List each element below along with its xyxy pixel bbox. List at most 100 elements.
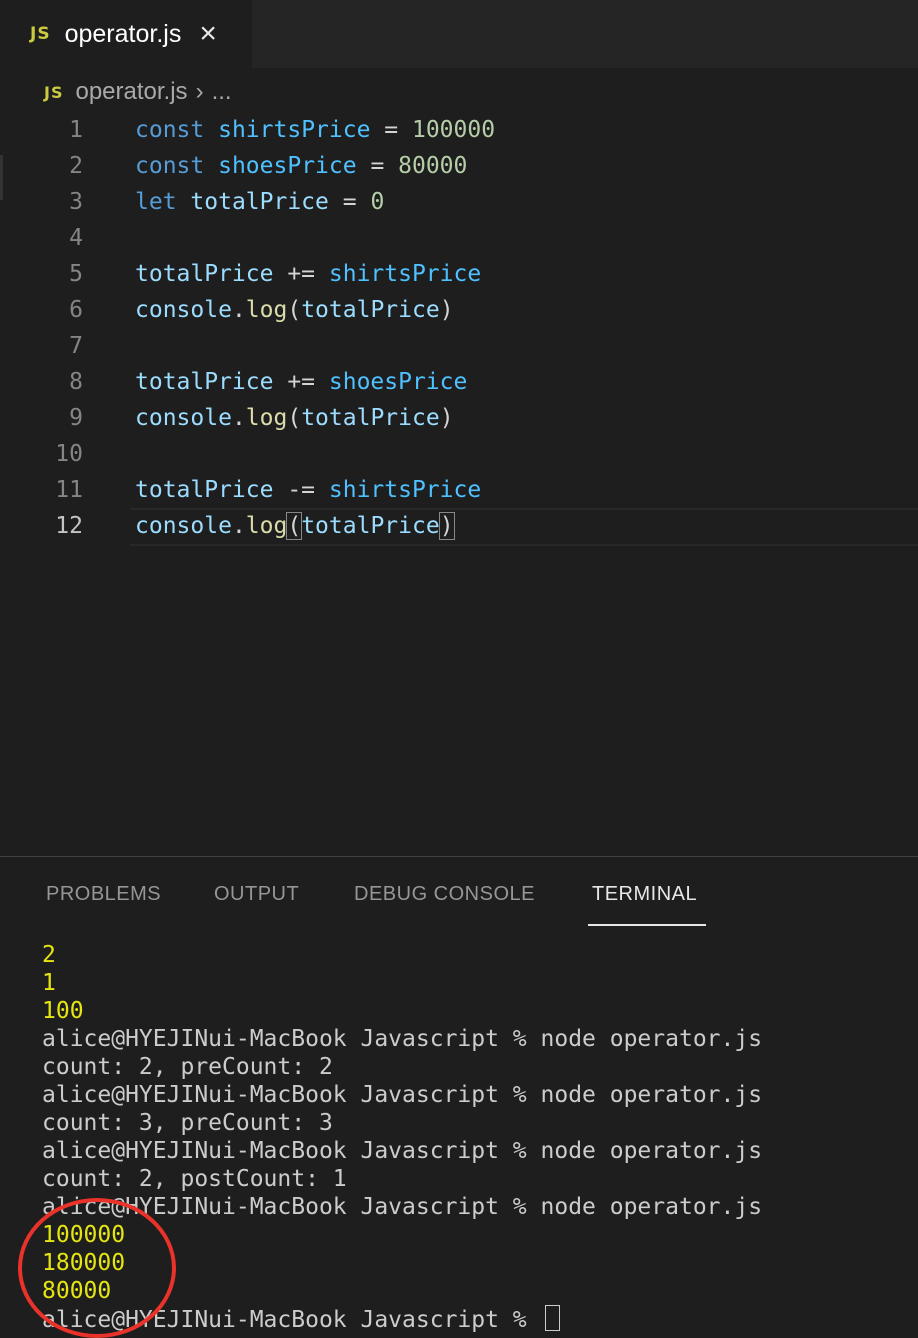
code-line[interactable]: 12 console.log(totalPrice) — [0, 508, 918, 544]
code-token: 100000 — [411, 117, 496, 143]
code-token: 0 — [370, 189, 385, 215]
code-token: = — [356, 153, 399, 179]
terminal-line: 100 — [42, 998, 84, 1024]
line-number: 11 — [55, 477, 83, 503]
code-line[interactable]: 2 const shoesPrice = 80000 — [0, 148, 918, 184]
terminal-line: count: 3, preCount: 3 — [42, 1110, 333, 1136]
code-text: console.log(totalPrice) — [135, 292, 454, 328]
code-text: totalPrice += shoesPrice — [135, 364, 467, 400]
code-token: ( — [286, 512, 303, 540]
terminal-line: alice@HYEJINui-MacBook Javascript % node… — [42, 1138, 763, 1164]
line-number: 2 — [69, 153, 83, 179]
panel-tabs: PROBLEMS OUTPUT DEBUG CONSOLE TERMINAL — [0, 857, 918, 927]
chevron-right-icon: › — [195, 78, 204, 105]
code-token: = — [370, 117, 412, 143]
editor-tab-bar: JS operator.js × — [0, 0, 918, 68]
code-token: ( — [287, 405, 302, 431]
code-line[interactable]: 1 const shirtsPrice = 100000 — [0, 112, 918, 148]
code-token: ) — [438, 512, 455, 540]
code-token: log — [245, 513, 288, 539]
code-token: shoesPrice — [328, 369, 468, 395]
terminal-line: count: 2, preCount: 2 — [42, 1054, 333, 1080]
terminal-line: count: 2, postCount: 1 — [42, 1166, 347, 1192]
code-line[interactable]: 7 — [0, 328, 918, 364]
line-number: 10 — [55, 441, 83, 467]
code-line[interactable]: 11 totalPrice -= shirtsPrice — [0, 472, 918, 508]
code-token: totalPrice — [301, 405, 440, 431]
code-text: console.log(totalPrice) — [135, 400, 454, 436]
code-token: shirtsPrice — [328, 261, 482, 287]
terminal-line: alice@HYEJINui-MacBook Javascript % node… — [42, 1026, 763, 1052]
code-token: totalPrice — [135, 369, 274, 395]
line-number: 6 — [69, 297, 83, 323]
code-token: ( — [287, 297, 302, 323]
code-token: += — [273, 369, 329, 395]
code-line[interactable]: 9 console.log(totalPrice) — [0, 400, 918, 436]
code-line[interactable]: 5 totalPrice += shirtsPrice — [0, 256, 918, 292]
code-token: ) — [439, 405, 454, 431]
terminal-line: alice@HYEJINui-MacBook Javascript % node… — [42, 1082, 763, 1108]
code-token: = — [328, 189, 371, 215]
javascript-file-icon: JS — [30, 24, 51, 44]
code-editor[interactable]: 1 const shirtsPrice = 100000 2 const shoesP… — [0, 112, 918, 852]
code-text: totalPrice -= shirtsPrice — [135, 472, 481, 508]
terminal-line: 1 — [42, 970, 56, 996]
code-token: totalPrice — [135, 477, 274, 503]
line-number: 8 — [69, 369, 83, 395]
code-line[interactable]: 8 totalPrice += shoesPrice — [0, 364, 918, 400]
line-number: 12 — [55, 513, 83, 539]
tab-output[interactable]: OUTPUT — [214, 883, 299, 906]
breadcrumb-file[interactable]: operator.js — [75, 78, 187, 106]
code-token: console — [135, 513, 232, 539]
tab-title: operator.js — [64, 19, 182, 48]
tab-problems[interactable]: PROBLEMS — [46, 883, 161, 906]
code-text: const shoesPrice = 80000 — [135, 148, 467, 184]
line-number: 7 — [69, 333, 83, 359]
code-line[interactable]: 10 — [0, 436, 918, 472]
terminal-line: 2 — [42, 942, 56, 968]
code-token: . — [231, 405, 246, 431]
code-token: log — [245, 297, 288, 323]
code-token: totalPrice — [190, 189, 329, 215]
code-token: totalPrice — [301, 297, 440, 323]
close-icon[interactable]: × — [199, 19, 217, 49]
code-token: console — [135, 405, 232, 431]
line-number: 3 — [69, 189, 83, 215]
code-token: shirtsPrice — [218, 117, 371, 143]
code-token: -= — [273, 477, 329, 503]
red-circle-annotation — [18, 1198, 176, 1338]
code-text: const shirtsPrice = 100000 — [135, 112, 495, 148]
code-token: 80000 — [398, 153, 468, 179]
code-text: totalPrice += shirtsPrice — [135, 256, 481, 292]
tab-debug-console[interactable]: DEBUG CONSOLE — [354, 883, 535, 906]
code-line[interactable]: 4 — [0, 220, 918, 256]
javascript-file-icon: JS — [44, 82, 64, 102]
code-token: totalPrice — [135, 261, 274, 287]
code-token: const — [135, 153, 205, 179]
terminal-cursor — [544, 1305, 560, 1331]
line-number: 4 — [69, 225, 83, 251]
code-token: shoesPrice — [218, 153, 357, 179]
breadcrumb-symbols[interactable]: ... — [212, 78, 232, 106]
code-text: console.log(totalPrice) — [135, 508, 455, 544]
code-token: . — [231, 513, 246, 539]
code-token: += — [273, 261, 329, 287]
active-tab-indicator — [588, 924, 706, 926]
line-number: 9 — [69, 405, 83, 431]
code-token: const — [135, 117, 205, 143]
code-token: ) — [439, 297, 454, 323]
code-line[interactable]: 6 console.log(totalPrice) — [0, 292, 918, 328]
tab-terminal[interactable]: TERMINAL — [592, 883, 697, 906]
code-token: shirtsPrice — [328, 477, 482, 503]
code-line[interactable]: 3 let totalPrice = 0 — [0, 184, 918, 220]
code-token: totalPrice — [301, 513, 440, 539]
line-number: 5 — [69, 261, 83, 287]
code-text: let totalPrice = 0 — [135, 184, 384, 220]
tab-operator-js[interactable]: JS operator.js × — [0, 0, 252, 68]
line-number: 1 — [69, 117, 83, 143]
code-token: . — [231, 297, 246, 323]
code-token: let — [135, 189, 177, 215]
breadcrumb: JS operator.js › ... — [44, 74, 232, 110]
